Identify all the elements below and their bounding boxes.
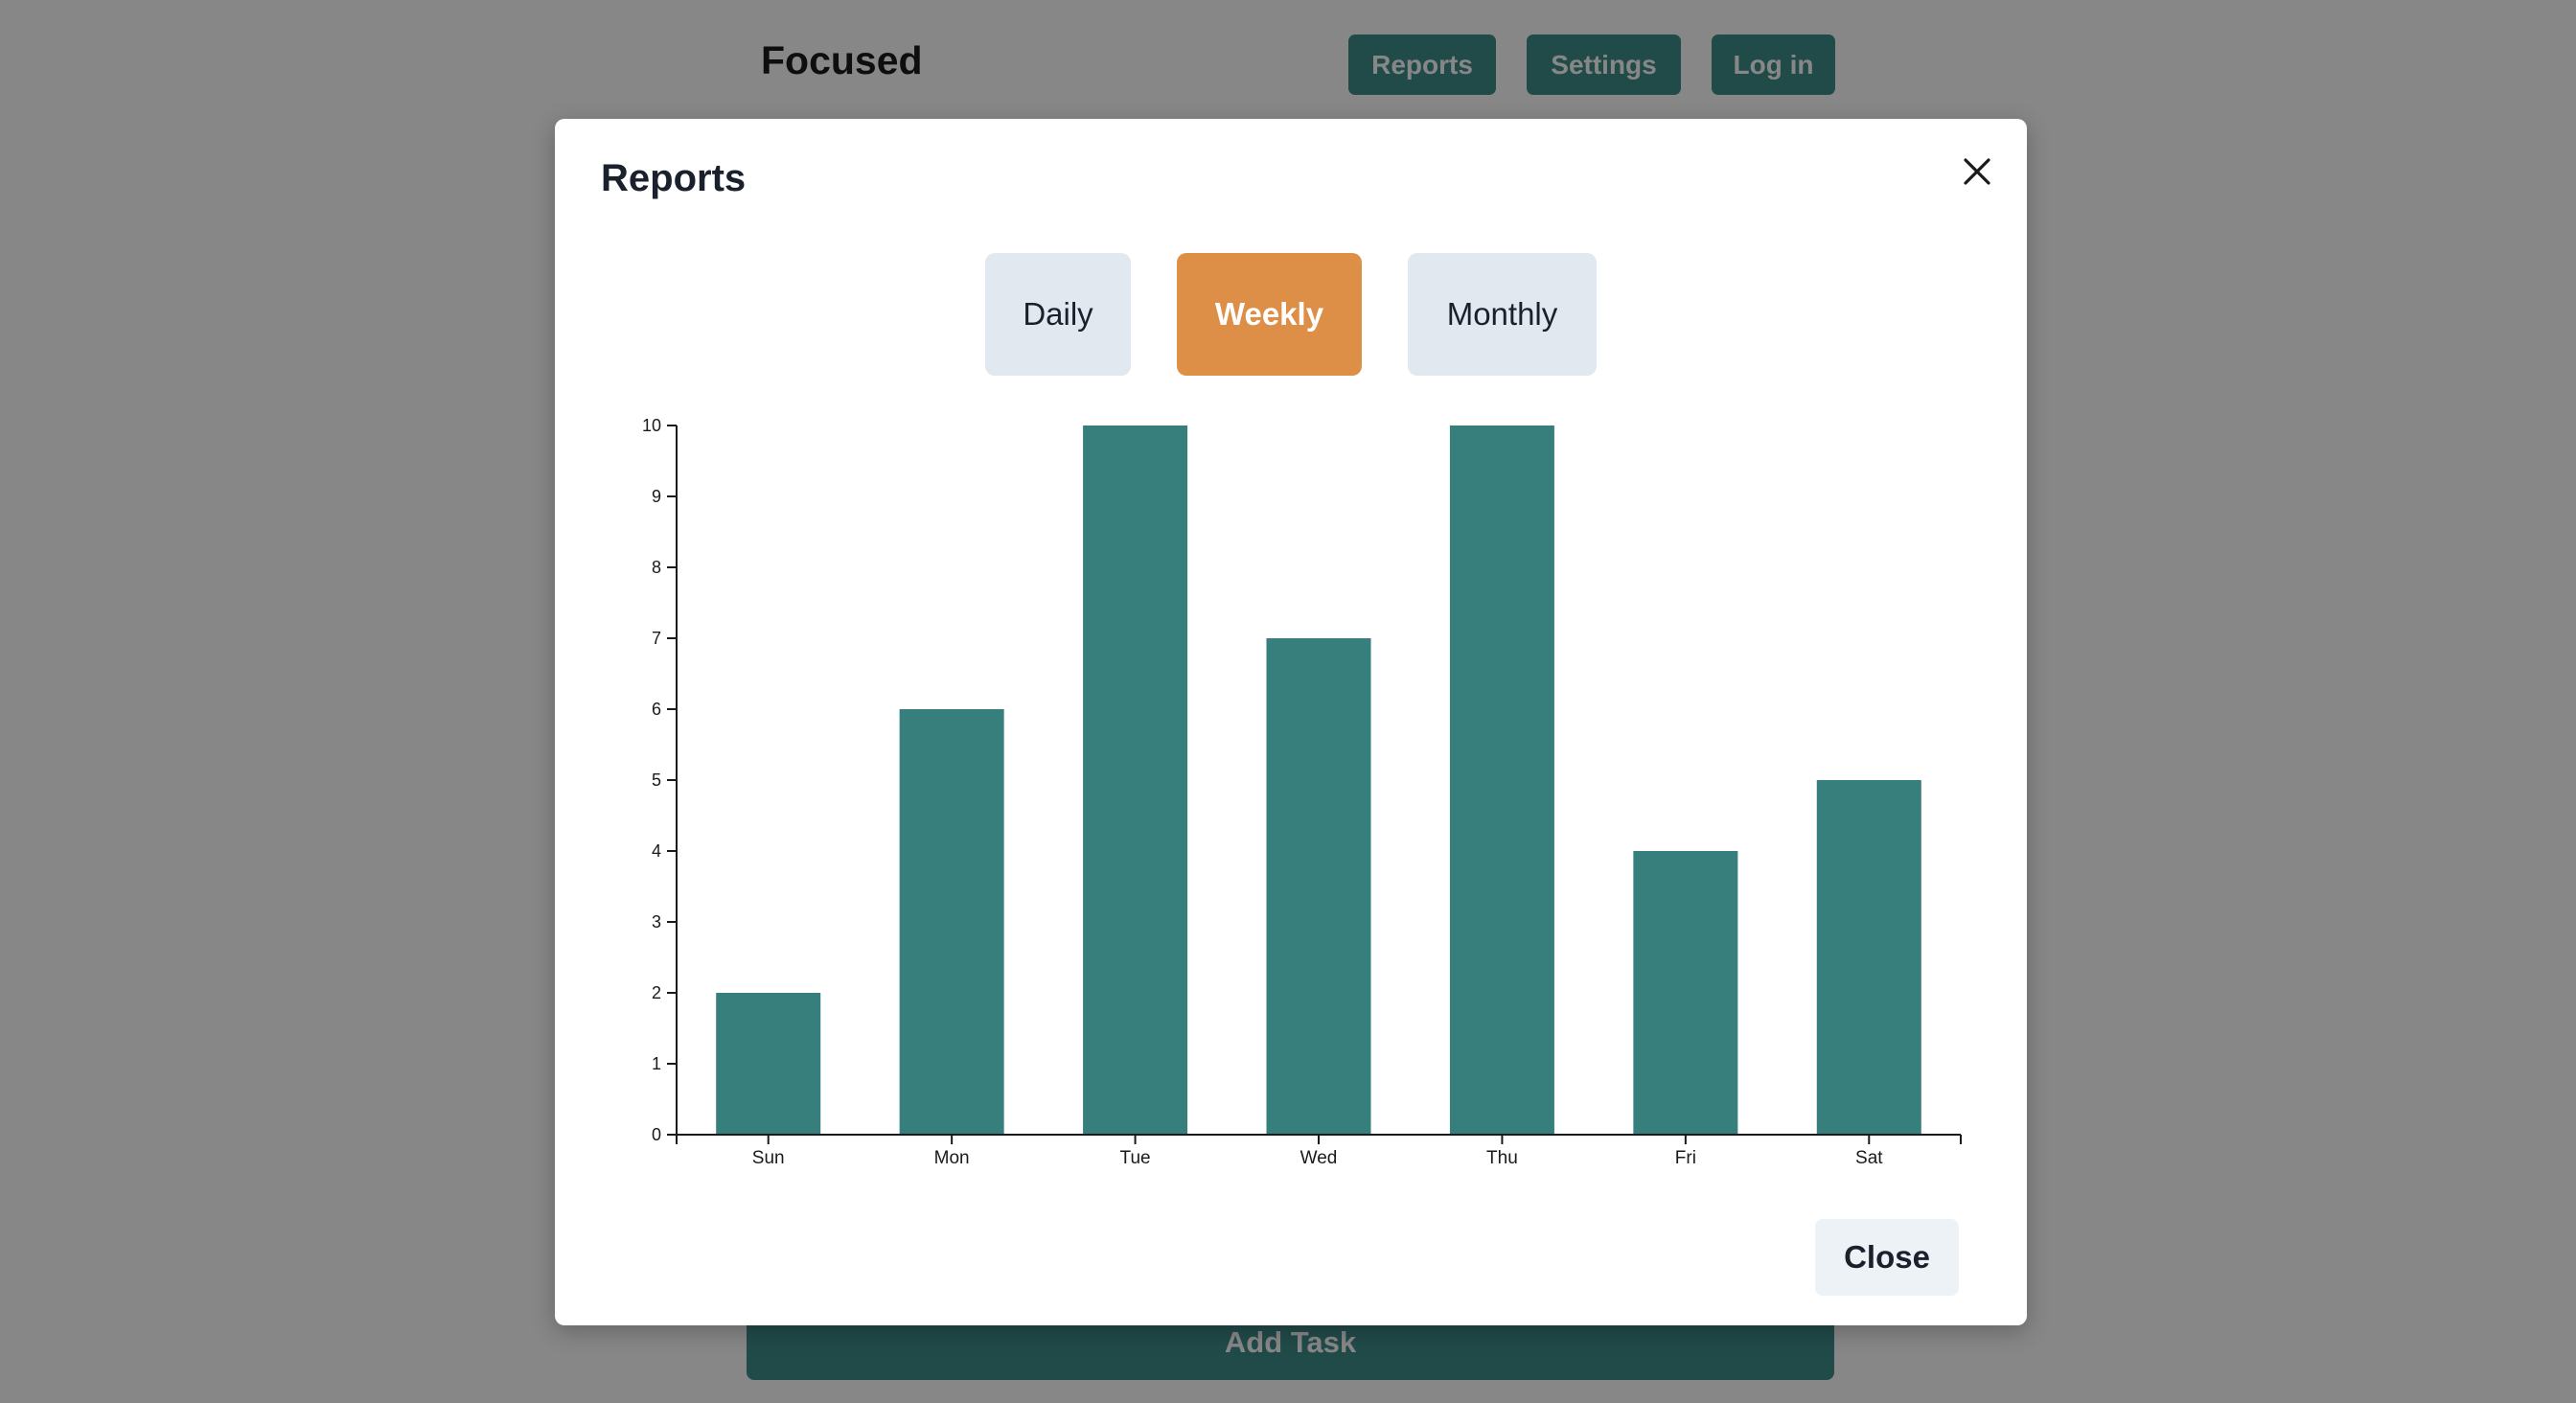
x-tick-label-tue: Tue — [1120, 1148, 1151, 1168]
y-tick-label: 7 — [652, 629, 661, 648]
bar-mon — [899, 709, 1004, 1135]
y-tick-label: 1 — [652, 1054, 661, 1073]
y-tick-label: 0 — [652, 1125, 661, 1144]
x-tick-label-mon: Mon — [934, 1148, 970, 1168]
y-tick-label: 9 — [652, 487, 661, 506]
x-tick-label-sat: Sat — [1855, 1148, 1883, 1168]
bar-sun — [716, 993, 821, 1135]
y-tick-label: 10 — [642, 416, 661, 435]
bar-thu — [1449, 426, 1554, 1135]
x-tick-label-wed: Wed — [1300, 1148, 1338, 1168]
close-button[interactable]: Close — [1815, 1219, 1959, 1296]
page: Focused Reports Settings Log in Add Task… — [0, 0, 2576, 1403]
bar-sat — [1816, 780, 1921, 1135]
bar-tue — [1083, 426, 1188, 1135]
y-tick-label: 4 — [652, 841, 661, 861]
y-tick-label: 2 — [652, 983, 661, 1002]
bar-fri — [1633, 851, 1738, 1135]
x-tick-label-fri: Fri — [1675, 1148, 1696, 1168]
y-tick-label: 8 — [652, 558, 661, 577]
y-tick-label: 5 — [652, 770, 661, 790]
reports-modal: Reports Daily Weekly Monthly 01234567891… — [555, 119, 2027, 1325]
x-tick-label-sun: Sun — [752, 1148, 785, 1168]
x-tick-label-thu: Thu — [1486, 1148, 1518, 1168]
weekly-bar-chart: 0 1 2 3 4 5 6 7 8 9 10 Sun Mon Tue Wed Thu Fri Sat — [642, 416, 1962, 1168]
bar-wed — [1266, 638, 1371, 1135]
y-tick-label: 3 — [652, 912, 661, 932]
y-tick-label: 6 — [652, 700, 661, 719]
